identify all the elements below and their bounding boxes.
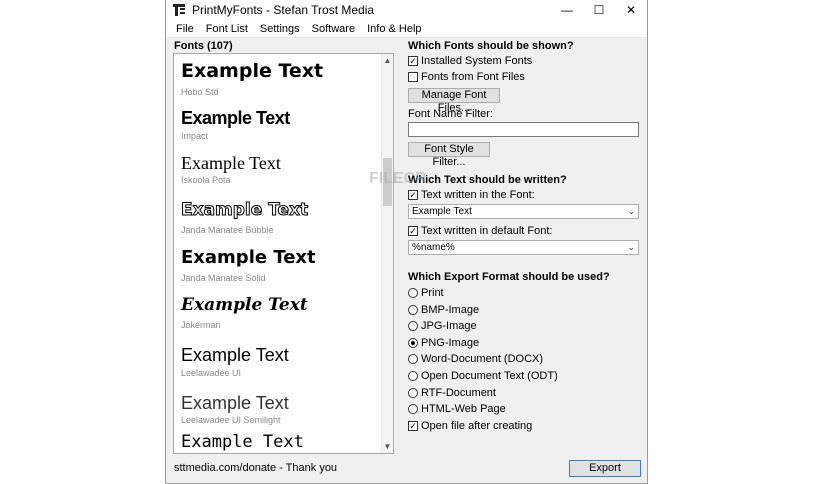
font-item-hobo-std[interactable]: Example Text Hobo Std <box>181 60 324 98</box>
font-name: Janda Manatee Solid <box>181 273 266 283</box>
menu-bar: File Font List Settings Software Info & … <box>166 20 647 38</box>
font-name-filter-label: Font Name Filter: <box>408 108 493 120</box>
font-sample: Example Text <box>181 108 290 128</box>
font-name: Iskoola Pota <box>181 175 231 185</box>
checkbox-checked-icon[interactable]: ✓ <box>408 190 418 200</box>
format-print-option[interactable]: Print <box>408 287 444 299</box>
font-name: Leelawadee UI Semilight <box>181 415 281 425</box>
checkbox-checked-icon[interactable]: ✓ <box>408 421 418 431</box>
text-in-font-combo[interactable]: Example Text ⌄ <box>408 204 639 219</box>
scroll-down-icon[interactable]: ▼ <box>382 441 393 452</box>
font-item-janda-manatee-bubble[interactable]: Example Text Janda Manatee Bubble <box>180 200 309 235</box>
font-name: Janda Manatee Bubble <box>181 225 274 235</box>
font-item-jokerman[interactable]: Example Text Jokerman <box>181 295 308 331</box>
font-name: Hobo Std <box>181 87 219 97</box>
font-item-monospace[interactable]: Example Text <box>181 434 304 451</box>
font-list-scrollbar[interactable]: ▲ ▼ <box>381 54 393 453</box>
option-label: Open Document Text (ODT) <box>421 370 558 382</box>
radio-icon[interactable] <box>408 354 418 364</box>
font-item-impact[interactable]: Example Text Impact <box>181 109 290 141</box>
menu-software[interactable]: Software <box>306 23 361 35</box>
format-jpg-option[interactable]: JPG-Image <box>408 320 477 332</box>
font-name: Jokerman <box>181 320 221 330</box>
option-label: PNG-Image <box>421 337 480 349</box>
installed-system-fonts-option[interactable]: ✓ Installed System Fonts <box>408 55 532 67</box>
font-sample: Example Text <box>181 345 289 365</box>
format-html-option[interactable]: HTML-Web Page <box>408 403 506 415</box>
font-sample: Example Text <box>181 295 308 315</box>
font-sample: Example Text <box>180 200 309 220</box>
chevron-down-icon[interactable]: ⌄ <box>627 241 635 254</box>
menu-settings[interactable]: Settings <box>254 23 306 35</box>
option-label: HTML-Web Page <box>421 403 506 415</box>
option-label: Open file after creating <box>421 420 533 432</box>
option-label: Text written in the Font: <box>421 189 535 201</box>
option-label: BMP-Image <box>421 304 480 316</box>
option-label: RTF-Document <box>421 387 496 399</box>
combo-value: Example Text <box>412 206 472 217</box>
format-docx-option[interactable]: Word-Document (DOCX) <box>408 353 543 365</box>
app-window: PrintMyFonts - Stefan Trost Media — ☐ ✕ … <box>165 0 648 484</box>
font-preview-list[interactable]: Example Text Hobo Std Example Text Impac… <box>173 53 394 454</box>
font-name: Leelawadee UI <box>181 368 242 378</box>
printmyfonts-logo-icon <box>172 3 186 17</box>
radio-icon[interactable] <box>408 388 418 398</box>
which-text-heading: Which Text should be written? <box>408 174 567 186</box>
status-text: sttmedia.com/donate - Thank you <box>174 462 338 474</box>
menu-font-list[interactable]: Font List <box>200 23 254 35</box>
text-default-font-combo[interactable]: %name% ⌄ <box>408 240 639 255</box>
font-item-janda-manatee-solid[interactable]: Example Text Janda Manatee Solid <box>181 247 316 284</box>
font-sample: Example Text <box>181 60 324 82</box>
font-item-leelawadee-ui-semilight[interactable]: Example Text Leelawadee UI Semilight <box>181 394 289 425</box>
checkbox-unchecked-icon[interactable] <box>408 72 418 82</box>
radio-icon[interactable] <box>408 371 418 381</box>
format-png-option[interactable]: PNG-Image <box>408 337 479 349</box>
open-after-creating-option[interactable]: ✓ Open file after creating <box>408 420 532 432</box>
font-name-filter-input[interactable] <box>408 122 639 137</box>
radio-icon[interactable] <box>408 288 418 298</box>
format-bmp-option[interactable]: BMP-Image <box>408 304 479 316</box>
which-fonts-heading: Which Fonts should be shown? <box>408 40 574 52</box>
scroll-up-icon[interactable]: ▲ <box>382 55 393 66</box>
option-label: JPG-Image <box>421 320 477 332</box>
menu-file[interactable]: File <box>170 23 200 35</box>
font-sample: Example Text <box>181 247 316 268</box>
radio-icon[interactable] <box>408 305 418 315</box>
chevron-down-icon[interactable]: ⌄ <box>627 205 635 218</box>
minimize-button[interactable]: — <box>551 0 583 20</box>
font-sample: Example Text <box>181 153 281 173</box>
combo-value: %name% <box>412 242 455 253</box>
option-label: Print <box>421 287 444 299</box>
watermark-text: FILECR <box>369 170 427 187</box>
close-button[interactable]: ✕ <box>615 0 647 20</box>
title-bar: PrintMyFonts - Stefan Trost Media — ☐ ✕ <box>166 0 647 20</box>
option-label: Fonts from Font Files <box>421 71 525 83</box>
text-in-font-option[interactable]: ✓ Text written in the Font: <box>408 189 535 201</box>
manage-font-files-button[interactable]: Manage Font Files... <box>408 88 500 114</box>
fonts-count-label: Fonts (107) <box>174 40 233 52</box>
font-item-iskoola-pota[interactable]: Example Text Iskoola Pota <box>181 154 281 185</box>
font-sample: Example Text <box>181 432 304 452</box>
radio-icon[interactable] <box>408 321 418 331</box>
format-odt-option[interactable]: Open Document Text (ODT) <box>408 370 558 382</box>
export-button[interactable]: Export <box>569 460 641 477</box>
font-style-filter-button[interactable]: Font Style Filter... <box>408 142 490 168</box>
checkbox-checked-icon[interactable]: ✓ <box>408 226 418 236</box>
menu-info-help[interactable]: Info & Help <box>361 23 427 35</box>
radio-selected-icon[interactable] <box>408 338 418 348</box>
option-label: Word-Document (DOCX) <box>421 353 544 365</box>
option-label: Installed System Fonts <box>421 55 533 67</box>
maximize-button[interactable]: ☐ <box>583 0 615 20</box>
font-item-leelawadee-ui[interactable]: Example Text Leelawadee UI <box>181 346 289 378</box>
option-label: Text written in default Font: <box>421 225 553 237</box>
checkbox-checked-icon[interactable]: ✓ <box>408 56 418 66</box>
text-default-font-option[interactable]: ✓ Text written in default Font: <box>408 225 552 237</box>
format-rtf-option[interactable]: RTF-Document <box>408 387 496 399</box>
font-name: Impact <box>181 131 209 141</box>
radio-icon[interactable] <box>408 404 418 414</box>
export-format-heading: Which Export Format should be used? <box>408 271 610 283</box>
window-title: PrintMyFonts - Stefan Trost Media <box>192 3 375 17</box>
font-sample: Example Text <box>181 393 289 413</box>
fonts-from-files-option[interactable]: Fonts from Font Files <box>408 71 525 83</box>
